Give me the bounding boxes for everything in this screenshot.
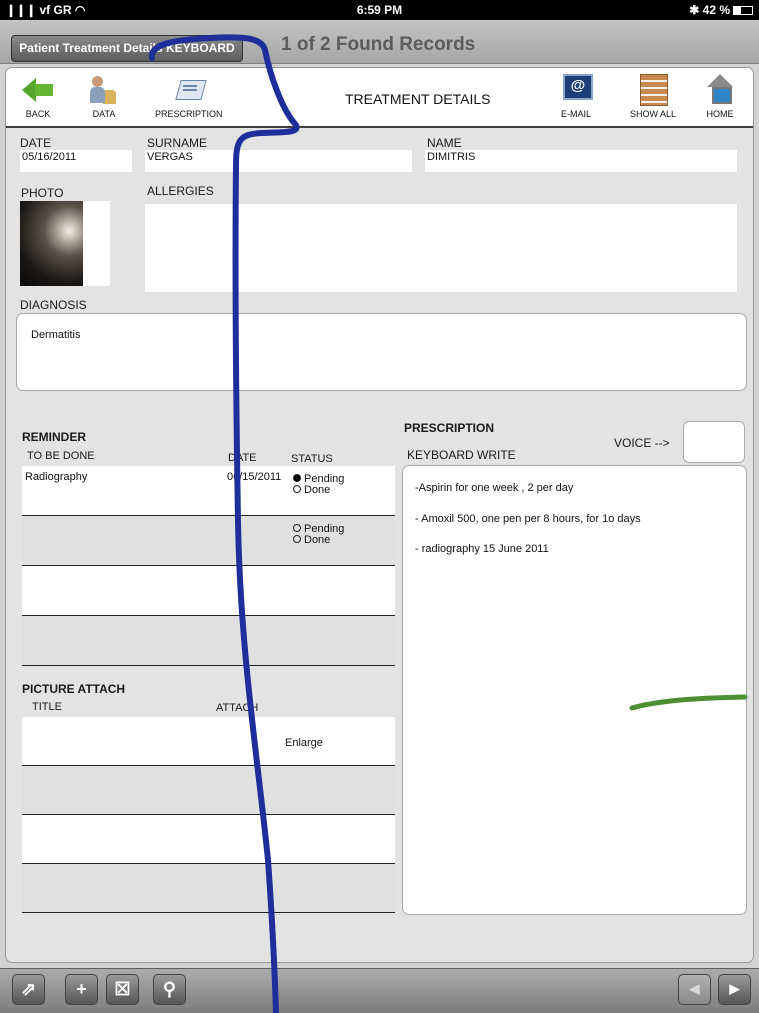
reminder-todo: Radiography [25,471,88,483]
patient-photo[interactable] [20,201,110,286]
reminder-row[interactable]: Pending Done [22,516,395,566]
radio-empty-icon [293,485,301,493]
enlarge-button[interactable]: Enlarge [285,738,323,749]
picture-row[interactable] [22,815,395,864]
home-button[interactable]: HOME [704,74,736,119]
voice-record-field[interactable] [683,421,745,463]
data-button[interactable]: DATA [88,74,120,119]
email-icon [560,74,593,106]
show-all-label: SHOW ALL [630,109,677,119]
share-icon[interactable]: ⇗ [12,974,45,1005]
prescription-line: -Aspirin for one week , 2 per day [415,482,574,494]
prescription-title: PRESCRIPTION [404,421,495,435]
radio-selected-icon [293,474,301,482]
reminder-col-date: DATE [228,452,257,464]
previous-record-icon[interactable]: ◀ [678,974,711,1005]
status-done-option[interactable]: Done [293,535,330,546]
prescription-text-field[interactable]: -Aspirin for one week , 2 per day - Amox… [402,465,747,915]
name-label: NAME [427,136,462,150]
surname-field[interactable]: VERGAS [145,150,412,172]
picture-row[interactable] [22,766,395,815]
back-arrow-icon [22,74,54,106]
picture-col-attach: ATTACH [216,702,259,714]
page-title: TREATMENT DETAILS [345,91,491,107]
doctor-icon [88,74,120,106]
picture-row[interactable]: Enlarge [22,717,395,766]
next-record-icon[interactable]: ▶ [718,974,751,1005]
status-bar: ❙❙❙ vf GR ◠ 6:59 PM ✱ 42 % [0,0,759,20]
back-button[interactable]: BACK [22,74,54,119]
done-label: Done [304,484,331,496]
add-record-icon[interactable]: + [65,974,98,1005]
data-label: DATA [92,109,116,119]
reminder-row[interactable] [22,566,395,616]
status-done-option[interactable]: Done [293,485,330,496]
date-field[interactable]: 05/16/2011 [20,150,132,172]
layout-button[interactable]: Patient Treatment Details KEYBOARD [11,35,243,62]
battery-icon [733,6,753,15]
prescription-button[interactable]: PRESCRIPTION [155,74,223,119]
picture-row[interactable] [22,864,395,913]
prescription-label: PRESCRIPTION [155,109,223,119]
reminder-title: REMINDER [22,430,87,444]
battery-indicator: ✱ 42 % [689,3,753,17]
radio-empty-icon [293,535,301,543]
trash-icon[interactable]: ☒ [106,974,139,1005]
allergies-label: ALLERGIES [147,184,214,198]
picture-attach-title: PICTURE ATTACH [22,682,126,696]
prescription-pad-icon [173,74,205,106]
record-count: 1 of 2 Found Records [281,34,476,55]
diagnosis-label: DIAGNOSIS [20,298,87,312]
done-label: Done [304,534,331,546]
diagnosis-field[interactable]: Dermatitis [16,313,747,391]
reminder-row[interactable] [22,616,395,666]
surname-label: SURNAME [147,136,208,150]
back-label: BACK [25,109,51,119]
reminder-date: 06/15/2011 [227,471,282,483]
home-label: HOME [706,109,734,119]
reminder-col-status: STATUS [291,453,333,465]
reminder-col-todo: TO BE DONE [27,450,95,462]
email-label: E-MAIL [560,109,591,119]
voice-label: VOICE --> [614,436,670,450]
picture-col-title: TITLE [32,701,62,713]
keyboard-write-label: KEYBOARD WRITE [407,448,516,462]
photo-label: PHOTO [21,186,64,200]
email-button[interactable]: E-MAIL [560,74,593,119]
search-icon[interactable]: ⚲ [153,974,186,1005]
date-label: DATE [20,136,52,150]
file-cabinet-icon [637,74,669,106]
reminder-row[interactable]: Radiography 06/15/2011 Pending Done [22,466,395,516]
prescription-line: - radiography 15 June 2011 [415,543,549,555]
patient-photo-image [20,201,83,286]
battery-level: ✱ 42 % [689,3,730,17]
allergies-field[interactable] [145,204,737,292]
home-icon [704,74,736,106]
prescription-line: - Amoxil 500, one pen per 8 hours, for 1… [415,513,641,525]
show-all-button[interactable]: SHOW ALL [630,74,676,119]
radio-empty-icon [293,524,301,532]
clock: 6:59 PM [356,3,403,17]
name-field[interactable]: DIMITRIS [425,150,737,172]
